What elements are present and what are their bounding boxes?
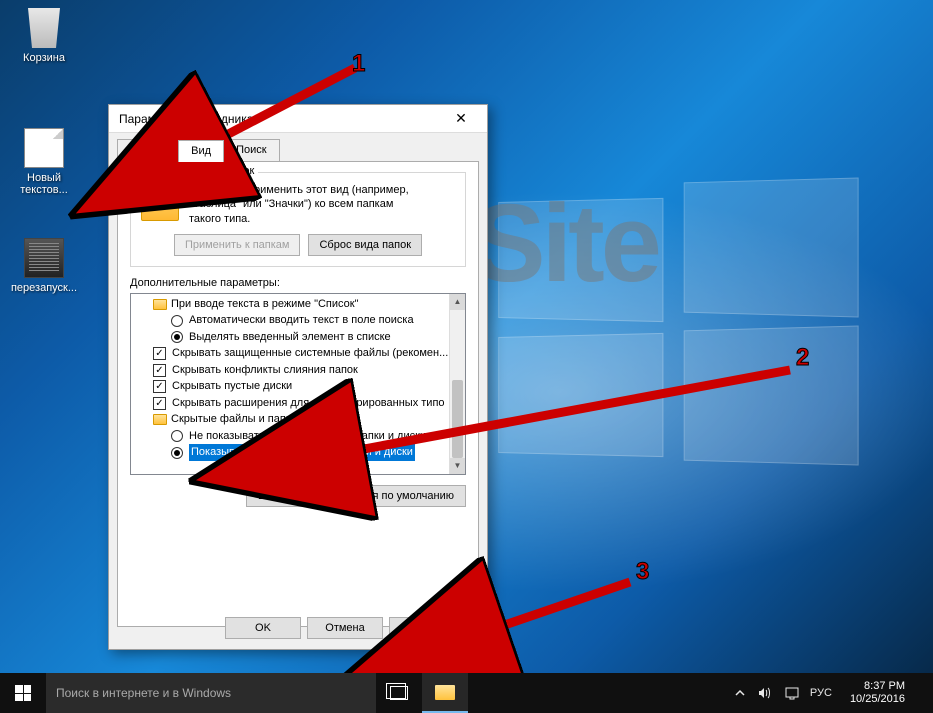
apply-to-folders-button: Применить к папкам: [174, 234, 301, 256]
ok-button[interactable]: OK: [225, 617, 301, 639]
tree-row-label: Выделять введенный элемент в списке: [189, 329, 391, 346]
annotation-number-2: 2: [796, 344, 809, 372]
tree-row[interactable]: ✓ Скрывать конфликты слияния папок: [131, 362, 449, 379]
system-tray: РУС 8:37 PM 10/25/2016: [724, 673, 933, 713]
reset-folders-button[interactable]: Сброс вида папок: [308, 234, 422, 256]
tab-content-view: Представление папок Вы можете применить …: [117, 161, 479, 627]
clock-time: 8:37 PM: [850, 680, 905, 693]
tree-row[interactable]: Автоматически вводить текст в поле поиск…: [131, 312, 449, 329]
checkbox[interactable]: ✓: [153, 397, 166, 410]
annotation-number-3: 3: [636, 558, 649, 586]
tree-row-label: Не показывать скрытые файлы, папки и дис…: [189, 428, 426, 445]
close-icon: ✕: [455, 110, 467, 127]
icon-label: перезапуск...: [8, 282, 80, 294]
tree-row[interactable]: Не показывать скрытые файлы, папки и дис…: [131, 428, 449, 445]
tree-row: При вводе текста в режиме "Список": [131, 296, 449, 313]
advanced-settings-label: Дополнительные параметры:: [130, 277, 466, 289]
tree-row-label: Скрывать защищенные системные файлы (рек…: [172, 345, 448, 362]
tab-general[interactable]: Общие: [117, 139, 179, 161]
taskbar-clock[interactable]: 8:37 PM 10/25/2016: [842, 680, 913, 706]
tray-chevron-up-icon[interactable]: [732, 685, 748, 701]
tree-row-label: Автоматически вводить текст в поле поиск…: [189, 312, 414, 329]
tree-row[interactable]: Показывать скрытые файлы, папки и диски: [131, 444, 449, 461]
task-view-button[interactable]: [376, 673, 422, 713]
tree-row[interactable]: Выделять введенный элемент в списке: [131, 329, 449, 346]
icon-label: Новый текстов...: [8, 172, 80, 196]
folder-views-group: Представление папок Вы можете применить …: [130, 172, 466, 267]
tree-row-label: При вводе текста в режиме "Список": [171, 296, 358, 313]
taskbar-search-box[interactable]: Поиск в интернете и в Windows: [46, 673, 376, 713]
radio-button[interactable]: [171, 447, 183, 459]
tree-scrollbar[interactable]: ▲ ▼: [449, 294, 465, 474]
volume-icon[interactable]: [758, 685, 774, 701]
scroll-thumb[interactable]: [452, 380, 463, 458]
tree-row-label: Скрывать расширения для зарегистрированн…: [172, 395, 445, 412]
tree-row-label: Скрытые файлы и папки: [171, 411, 297, 428]
checkbox[interactable]: ✓: [153, 380, 166, 393]
tree-row[interactable]: ✓ Скрывать защищенные системные файлы (ре…: [131, 345, 449, 362]
checkbox[interactable]: ✓: [153, 364, 166, 377]
desktop-icon-bat-file[interactable]: перезапуск...: [8, 238, 80, 294]
folder-options-dialog: Параметры Проводника ✕ Общие Вид Поиск П…: [108, 104, 488, 650]
language-indicator[interactable]: РУС: [810, 685, 832, 701]
batch-file-icon: [24, 238, 64, 278]
icon-label: Корзина: [8, 52, 80, 64]
dialog-title: Параметры Проводника: [119, 112, 441, 126]
tab-search[interactable]: Поиск: [223, 139, 279, 161]
tree-row-label: Скрывать конфликты слияния папок: [172, 362, 358, 379]
taskbar-app-explorer[interactable]: [422, 673, 468, 713]
checkbox[interactable]: ✓: [153, 347, 166, 360]
tree-row-label: Показывать скрытые файлы, папки и диски: [189, 444, 415, 461]
task-view-icon: [390, 686, 408, 700]
dialog-titlebar[interactable]: Параметры Проводника ✕: [109, 105, 487, 133]
tree-row[interactable]: ✓ Скрывать пустые диски: [131, 378, 449, 395]
desktop-icon-text-file[interactable]: Новый текстов...: [8, 128, 80, 196]
radio-button[interactable]: [171, 430, 183, 442]
tree-row[interactable]: ✓ Скрывать расширения для зарегистрирован…: [131, 395, 449, 412]
folder-icon: [153, 299, 167, 310]
scroll-up-button[interactable]: ▲: [450, 294, 465, 310]
radio-button[interactable]: [171, 315, 183, 327]
search-placeholder-text: Поиск в интернете и в Windows: [56, 686, 231, 700]
dialog-tabs: Общие Вид Поиск: [109, 133, 487, 161]
scroll-down-button[interactable]: ▼: [450, 458, 465, 474]
tree-row-label: Скрывать пустые диски: [172, 378, 292, 395]
recycle-bin-icon: [24, 8, 64, 48]
tab-view[interactable]: Вид: [178, 140, 224, 162]
annotation-number-1: 1: [352, 50, 365, 78]
folder-view-description: Вы можете применить этот вид (например, …: [189, 183, 409, 226]
folder-view-icon: [141, 183, 179, 221]
apply-button[interactable]: Применить: [389, 617, 475, 639]
group-legend: Представление папок: [139, 165, 258, 177]
radio-button[interactable]: [171, 331, 183, 343]
restore-defaults-button[interactable]: Восстановить значения по умолчанию: [246, 485, 466, 507]
desktop-icon-recycle-bin[interactable]: Корзина: [8, 8, 80, 64]
taskbar: Поиск в интернете и в Windows РУС 8:37 P…: [0, 673, 933, 713]
cancel-button[interactable]: Отмена: [307, 617, 383, 639]
folder-icon: [153, 414, 167, 425]
windows-icon: [15, 685, 31, 701]
tree-row: Скрытые файлы и папки: [131, 411, 449, 428]
windows-logo-art: [493, 180, 873, 480]
notifications-icon[interactable]: [784, 685, 800, 701]
start-button[interactable]: [0, 673, 46, 713]
advanced-settings-tree[interactable]: При вводе текста в режиме "Список"Автома…: [130, 293, 466, 475]
close-button[interactable]: ✕: [441, 106, 481, 132]
file-explorer-icon: [435, 685, 455, 700]
text-file-icon: [24, 128, 64, 168]
clock-date: 10/25/2016: [850, 693, 905, 706]
